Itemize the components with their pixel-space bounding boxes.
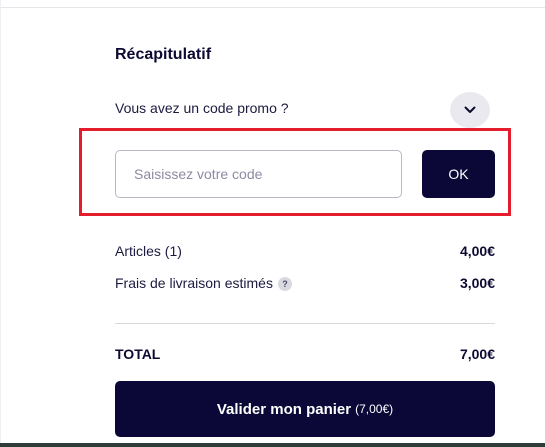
articles-label: Articles (1) <box>115 243 182 259</box>
chevron-down-icon <box>464 106 476 113</box>
total-divider <box>115 323 495 324</box>
articles-amount: 4,00€ <box>459 243 495 259</box>
top-divider <box>0 7 545 8</box>
total-label: TOTAL <box>115 346 161 362</box>
promo-code-question[interactable]: Vous avez un code promo ? <box>115 100 289 116</box>
shipping-label-group: Frais de livraison estimés? <box>115 275 292 292</box>
cart-summary-panel: Récapitulatif Vous avez un code promo ? … <box>0 0 545 447</box>
total-row: TOTAL 7,00€ <box>115 346 495 362</box>
shipping-label: Frais de livraison estimés <box>115 275 273 291</box>
shipping-amount: 3,00€ <box>459 275 495 292</box>
bottom-strip <box>0 443 545 447</box>
articles-row: Articles (1) 4,00€ <box>115 243 495 259</box>
left-edge-divider <box>0 0 1 447</box>
validate-cart-label: Valider mon panier <box>216 400 352 418</box>
promo-code-input[interactable] <box>115 150 402 198</box>
shipping-row: Frais de livraison estimés? 3,00€ <box>115 275 495 292</box>
total-amount: 7,00€ <box>459 346 495 362</box>
validate-cart-amount: (7,00€) <box>355 402 394 416</box>
help-icon[interactable]: ? <box>277 277 292 292</box>
summary-title: Récapitulatif <box>115 46 212 63</box>
promo-toggle-button[interactable] <box>450 92 490 128</box>
validate-cart-button[interactable]: Valider mon panier (7,00€) <box>115 381 495 437</box>
promo-ok-button[interactable]: OK <box>422 150 495 198</box>
